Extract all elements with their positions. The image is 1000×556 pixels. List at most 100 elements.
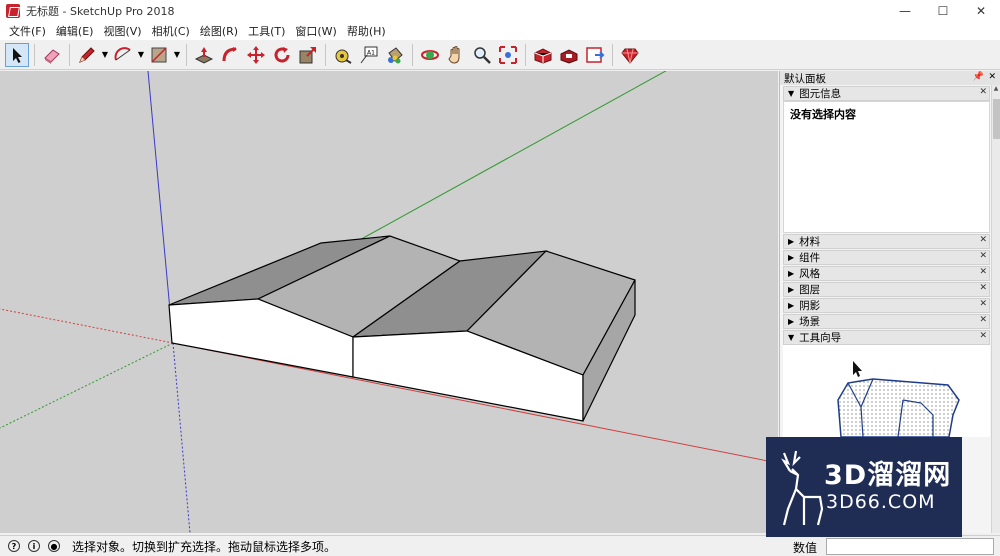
scroll-up-icon[interactable]: ▲ (992, 85, 1000, 92)
model-viewport[interactable] (0, 71, 778, 533)
expanded-arrow-icon: ▼ (788, 89, 795, 98)
panel-close-icon[interactable]: ✕ (979, 267, 987, 277)
collapsed-arrow-icon: ▶ (788, 237, 795, 246)
panel-close-icon[interactable]: ✕ (979, 299, 987, 309)
select-tool-icon (13, 47, 22, 63)
entity-info-content: 没有选择内容 (790, 108, 856, 121)
menu-draw[interactable]: 绘图(R) (195, 23, 243, 39)
panel-styles-header[interactable]: ▶ 风格 ✕ (783, 266, 990, 281)
follow-me-button[interactable] (218, 43, 242, 67)
measurements-label: 数值 (793, 541, 818, 555)
green-axis-negative (0, 342, 174, 429)
panel-styles-title: 风格 (799, 268, 821, 280)
measurements-input[interactable] (826, 538, 994, 555)
3d-warehouse-button[interactable] (531, 43, 555, 67)
zoom-extents-button[interactable] (496, 43, 520, 67)
panel-shadows-header[interactable]: ▶ 阴影 ✕ (783, 298, 990, 313)
tape-measure-button[interactable] (331, 43, 355, 67)
select-tool-button[interactable] (5, 42, 29, 67)
scale-button[interactable] (296, 43, 320, 67)
pan-button[interactable] (444, 43, 468, 67)
move-button[interactable] (244, 43, 268, 67)
panel-entity-info-header[interactable]: ▼ 图元信息 ✕ (783, 86, 990, 101)
instructor-illustration (837, 361, 960, 438)
collapsed-arrow-icon: ▶ (788, 253, 795, 262)
panel-close-icon[interactable]: ✕ (979, 87, 987, 97)
tray-title-bar: 默认面板 📌 ✕ (780, 71, 1000, 85)
panel-materials-title: 材料 (799, 236, 821, 248)
push-pull-button[interactable] (192, 43, 216, 67)
watermark-brand: 3D溜溜网 (824, 460, 952, 491)
panel-shadows-title: 阴影 (799, 300, 821, 312)
panel-scenes-header[interactable]: ▶ 场景 ✕ (783, 314, 990, 329)
panel-instructor-header[interactable]: ▼ 工具向导 ✕ (783, 330, 990, 345)
3d-warehouse-icon (534, 47, 552, 64)
tray-title: 默认面板 (784, 72, 826, 85)
blue-axis (147, 71, 174, 344)
rectangle-dropdown-icon[interactable]: ▼ (172, 43, 182, 67)
rectangle-tool-icon (151, 46, 167, 63)
tray-scrollbar[interactable]: ▲ (991, 85, 1000, 533)
scroll-thumb[interactable] (993, 99, 1000, 139)
instructor-box-outline (837, 378, 960, 438)
panel-close-icon[interactable]: ✕ (979, 251, 987, 261)
credits-icon[interactable]: i (28, 540, 40, 552)
eraser-tool-button[interactable] (40, 43, 64, 67)
panel-close-icon[interactable]: ✕ (979, 331, 987, 341)
menu-file[interactable]: 文件(F) (4, 23, 51, 39)
main-toolbar: ▼ ▼ ▼ A1 (0, 40, 1000, 70)
pin-icon[interactable]: 📌 (973, 72, 984, 82)
watermark-logo: 3D溜溜网 3D66.COM (766, 437, 962, 537)
pencil-dropdown-icon[interactable]: ▼ (100, 43, 110, 67)
collapsed-arrow-icon: ▶ (788, 317, 795, 326)
geolocation-icon[interactable]: ? (8, 540, 20, 552)
minimize-button[interactable]: — (886, 0, 924, 22)
panel-components-title: 组件 (799, 252, 821, 264)
arc-tool-button[interactable] (111, 43, 135, 67)
pan-icon (448, 45, 460, 64)
panel-close-icon[interactable]: ✕ (979, 235, 987, 245)
close-button[interactable]: ✕ (962, 0, 1000, 22)
panel-components-header[interactable]: ▶ 组件 ✕ (783, 250, 990, 265)
sketchup-app-icon (6, 4, 20, 18)
pencil-tool-button[interactable] (75, 43, 99, 67)
rectangle-tool-button[interactable] (147, 43, 171, 67)
panel-materials-header[interactable]: ▶ 材料 ✕ (783, 234, 990, 249)
menu-edit[interactable]: 编辑(E) (51, 23, 99, 39)
scale-icon (299, 46, 316, 63)
panel-layers-title: 图层 (799, 284, 821, 296)
panel-layers-header[interactable]: ▶ 图层 ✕ (783, 282, 990, 297)
layout-button[interactable] (583, 43, 607, 67)
menu-view[interactable]: 视图(V) (98, 23, 146, 39)
zoom-button[interactable] (470, 43, 494, 67)
rotate-button[interactable] (270, 43, 294, 67)
cursor-arrow-icon (853, 361, 862, 377)
paint-bucket-button[interactable] (383, 43, 407, 67)
extension-warehouse-button[interactable] (557, 43, 581, 67)
zoom-extents-icon (499, 45, 517, 64)
push-pull-icon (194, 46, 214, 64)
arc-dropdown-icon[interactable]: ▼ (136, 43, 146, 67)
user-icon[interactable]: ● (48, 540, 60, 552)
menu-camera[interactable]: 相机(C) (147, 23, 195, 39)
collapsed-arrow-icon: ▶ (788, 301, 795, 310)
deer-logo-icon (781, 450, 824, 526)
text-button[interactable]: A1 (357, 43, 381, 67)
extension-warehouse-icon (560, 48, 578, 64)
menu-help[interactable]: 帮助(H) (342, 23, 391, 39)
panel-close-icon[interactable]: ✕ (979, 283, 987, 293)
follow-me-icon (222, 46, 237, 61)
panel-close-icon[interactable]: ✕ (979, 315, 987, 325)
ruby-icon (621, 48, 639, 64)
menu-tools[interactable]: 工具(T) (243, 23, 290, 39)
ruby-console-button[interactable] (618, 43, 642, 67)
panel-entity-info-title: 图元信息 (799, 88, 842, 100)
menu-window[interactable]: 窗口(W) (290, 23, 341, 39)
tape-measure-icon (335, 49, 352, 64)
tray-close-icon[interactable]: ✕ (988, 72, 996, 82)
watermark-url: 3D66.COM (826, 491, 936, 513)
zoom-icon (474, 46, 491, 64)
orbit-button[interactable] (418, 43, 442, 67)
expanded-arrow-icon: ▼ (788, 333, 795, 342)
maximize-button[interactable]: ☐ (924, 0, 962, 22)
